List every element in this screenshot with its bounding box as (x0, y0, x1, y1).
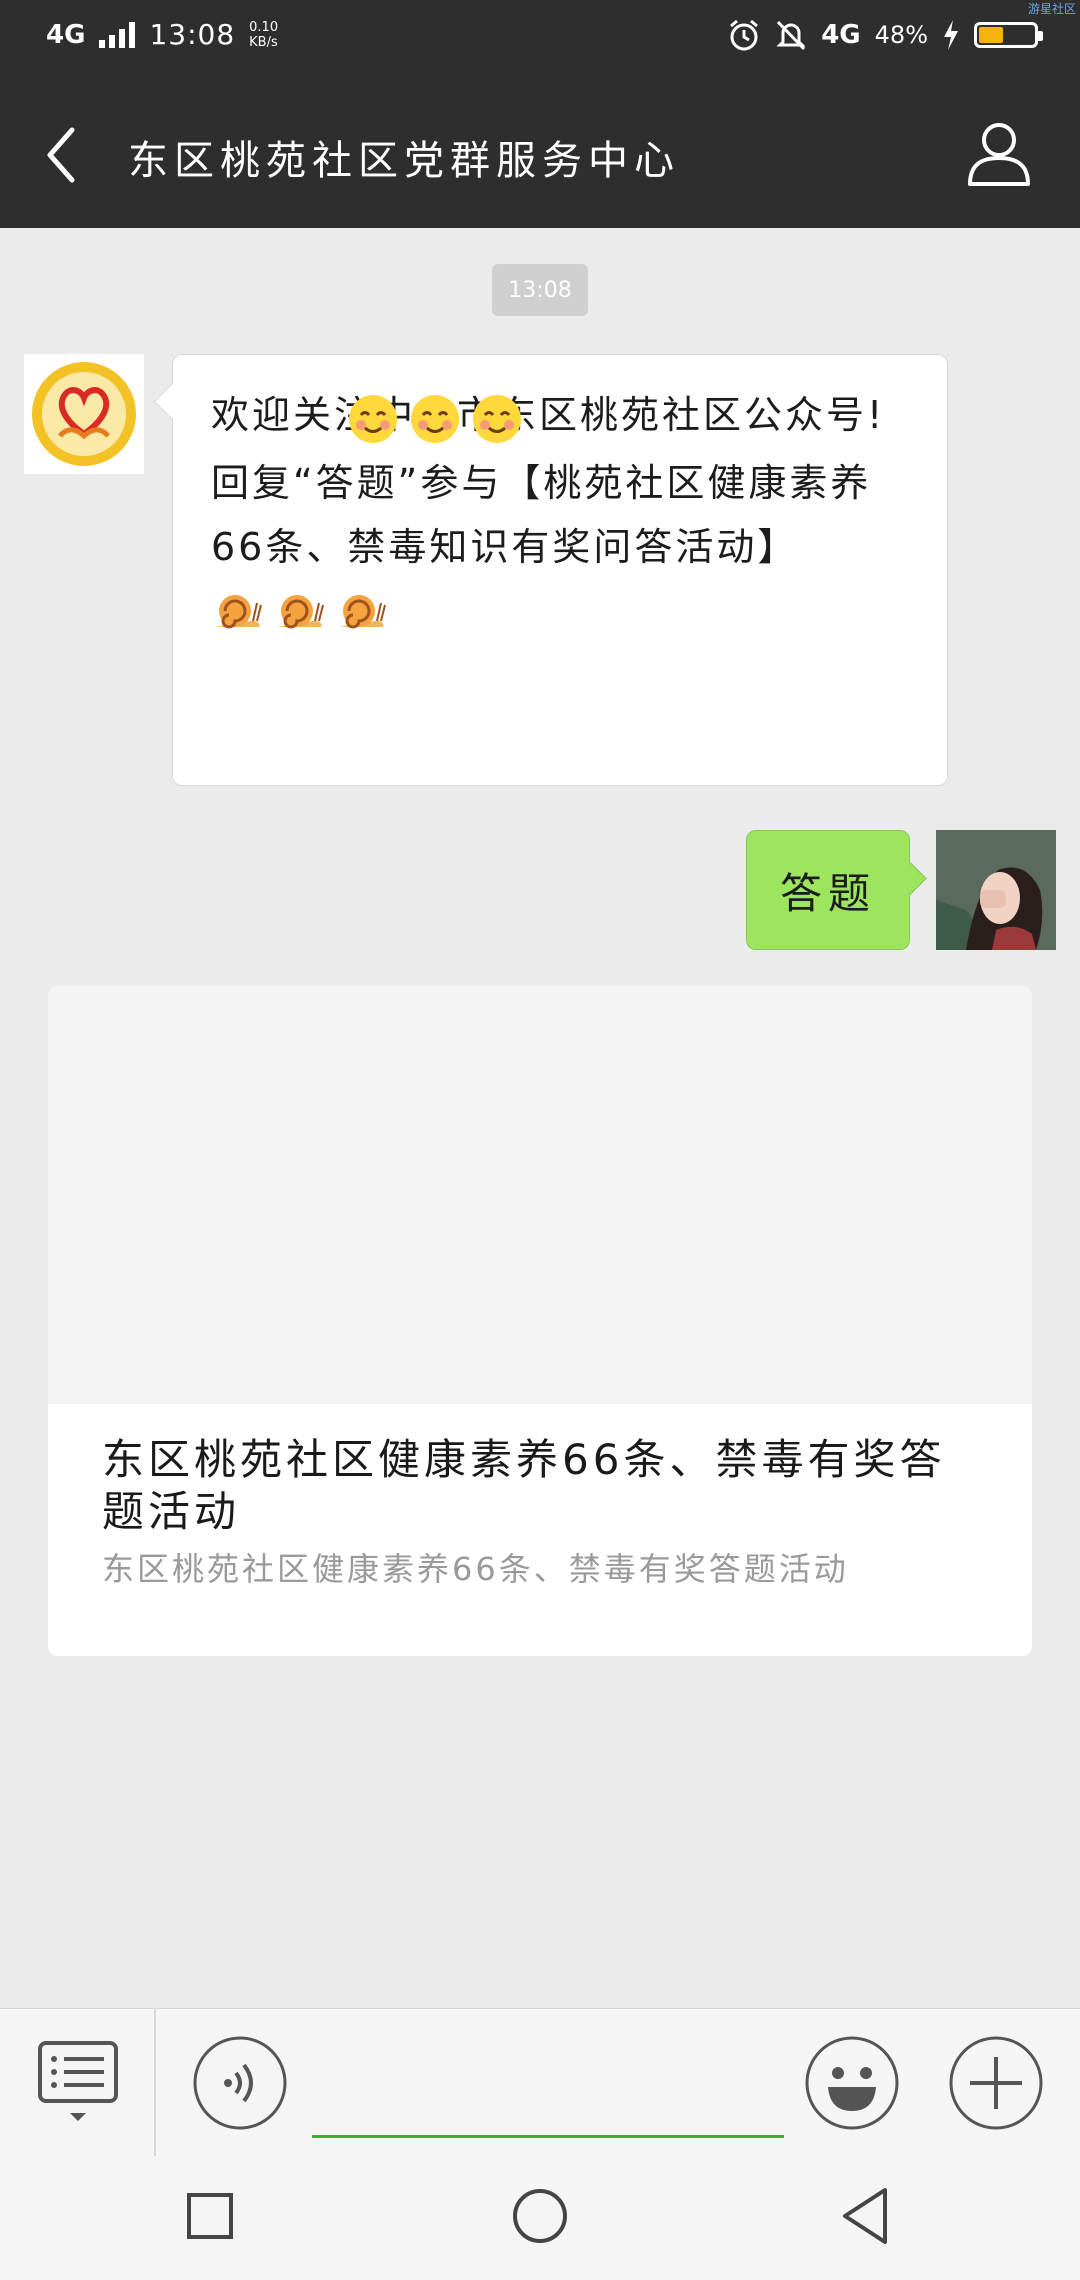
article-cover-image (48, 986, 1032, 1404)
recent-apps-button[interactable] (186, 2192, 234, 2240)
back-button[interactable] (36, 120, 96, 190)
article-card[interactable]: 东区桃苑社区健康素养66条、禁毒有奖答题活动 东区桃苑社区健康素养66条、禁毒有… (48, 986, 1032, 1656)
title-bar: 东区桃苑社区党群服务中心 (0, 82, 1080, 228)
emoji-icon (805, 2036, 899, 2130)
article-description: 东区桃苑社区健康素养66条、禁毒有奖答题活动 (102, 1550, 849, 1588)
emoji-button[interactable] (804, 2035, 900, 2131)
more-button[interactable] (948, 2035, 1044, 2131)
status-right: 4G 48% (727, 18, 1043, 52)
community-logo-icon (24, 354, 144, 474)
speed-value: 0.10 (249, 19, 279, 35)
alarm-icon (730, 19, 759, 51)
system-back-button[interactable] (840, 2186, 890, 2246)
triangle-back-icon (843, 2188, 887, 2244)
snail-icon (339, 595, 386, 629)
system-nav-bar (0, 2156, 1080, 2280)
circle-icon (513, 2189, 567, 2243)
smile-icon (473, 395, 521, 443)
page-title: 东区桃苑社区党群服务中心 (128, 138, 680, 184)
network-speed: 0.10 KB/s (249, 20, 278, 50)
menu-toggle-button[interactable] (36, 2039, 120, 2129)
home-button[interactable] (512, 2188, 568, 2244)
charging-icon (944, 20, 958, 50)
network-type-right: 4G (821, 20, 861, 50)
corner-tag: 游星社区 (1027, 2, 1076, 16)
battery-icon (974, 22, 1043, 48)
input-bar (0, 2008, 1080, 2157)
status-left: 4G 13:08 0.10 KB/s (46, 18, 278, 51)
user-message-bubble[interactable]: 答题 (746, 830, 910, 950)
smile-icon (411, 395, 459, 443)
chat-timestamp: 13:08 (492, 264, 588, 316)
snail-emoji-row (211, 583, 917, 635)
snail-icon (277, 595, 324, 629)
welcome-text: 欢迎关注中山市东区桃苑社区公众号! (211, 393, 886, 437)
battery-percent: 48% (874, 21, 928, 49)
profile-button[interactable] (964, 118, 1034, 190)
reply-instruction-text: 回复“答题”参与【桃苑社区健康素养66条、禁毒知识有奖问答活动】 (211, 461, 872, 569)
user-avatar[interactable] (936, 830, 1056, 950)
square-icon (187, 2193, 233, 2239)
status-bar: 4G 13:08 0.10 KB/s 4G 48% 游星社区 (0, 0, 1080, 82)
mute-bell-icon (776, 20, 806, 51)
speed-unit: KB/s (249, 34, 278, 50)
voice-button[interactable] (192, 2035, 288, 2131)
plus-icon (949, 2036, 1043, 2130)
signal-icon (99, 21, 136, 48)
chevron-left-icon (47, 127, 75, 183)
official-account-avatar[interactable] (24, 354, 144, 474)
network-type: 4G (46, 19, 86, 50)
person-icon (968, 123, 1030, 186)
message-input[interactable] (312, 2049, 784, 2138)
voice-icon (193, 2036, 287, 2130)
article-title: 东区桃苑社区健康素养66条、禁毒有奖答题活动 (102, 1435, 946, 1536)
status-time: 13:08 (149, 18, 236, 51)
battery-fill (979, 27, 1003, 43)
input-bar-divider (154, 2009, 156, 2157)
menu-list-icon (38, 2041, 118, 2121)
snail-icon (215, 595, 262, 629)
official-message-bubble[interactable]: 欢迎关注中山市东区桃苑社区公众号! 回复“答题”参与【桃苑社区健康素养66条、禁… (172, 354, 948, 786)
smile-icon (349, 395, 397, 443)
user-photo-icon (936, 830, 1056, 950)
